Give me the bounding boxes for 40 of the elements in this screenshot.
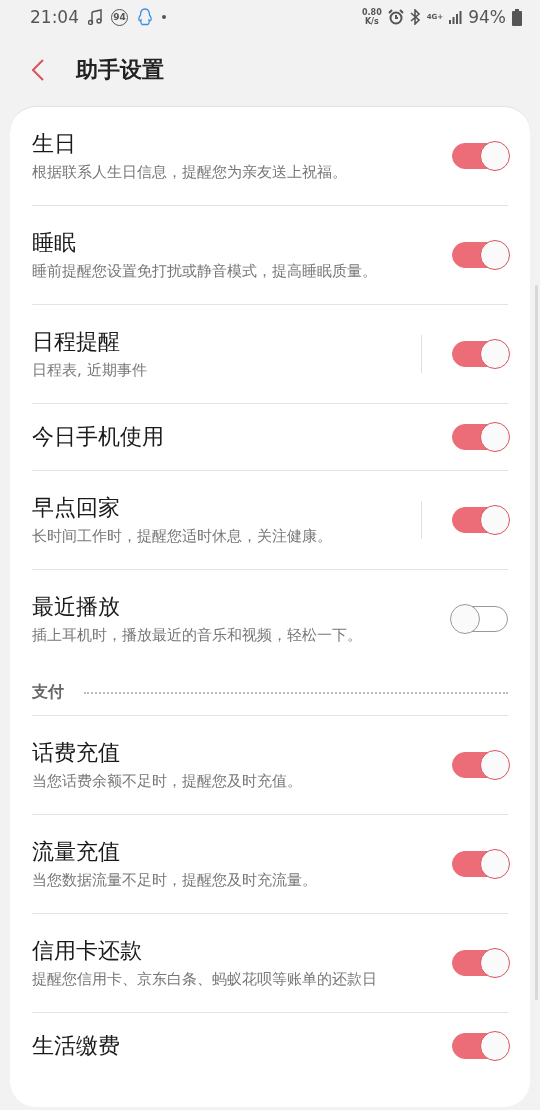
setting-description: 日程表, 近期事件 [32,360,148,381]
setting-title: 生日 [32,130,77,158]
music-note-icon [88,9,102,25]
battery-percent: 94% [468,7,506,27]
toggle-switch[interactable] [452,752,508,778]
setting-title: 早点回家 [32,494,121,522]
dot-icon [162,15,166,19]
setting-title: 睡眠 [32,229,77,257]
toggle-switch[interactable] [452,143,508,169]
setting-description: 插上耳机时，播放最近的音乐和视频，轻松一下。 [32,625,363,646]
bluetooth-icon [409,9,421,25]
signal-icon [449,10,463,24]
setting-description: 提醒您信用卡、京东白条、蚂蚁花呗等账单的还款日 [32,969,378,990]
alarm-icon [387,9,404,25]
setting-description: 长时间工作时，提醒您适时休息，关注健康。 [32,526,333,547]
setting-description: 根据联系人生日信息，提醒您为亲友送上祝福。 [32,162,348,183]
setting-title: 今日手机使用 [32,423,165,451]
setting-description: 当您数据流量不足时，提醒您及时充流量。 [32,870,318,891]
toggle-switch[interactable] [452,424,508,450]
setting-description: 当您话费余额不足时，提醒您及时充值。 [32,771,303,792]
clock: 21:04 [30,7,79,27]
setting-title: 流量充值 [32,838,121,866]
toggle-switch[interactable] [452,1033,508,1059]
setting-title: 最近播放 [32,593,121,621]
toggle-switch[interactable] [452,507,508,533]
setting-description: 睡前提醒您设置免打扰或静音模式，提高睡眠质量。 [32,261,378,282]
setting-title: 日程提醒 [32,328,121,356]
page-title: 助手设置 [76,56,164,84]
network-speed: 0.80 K/s [361,8,382,26]
setting-title: 话费充值 [32,739,121,767]
section-header: 支付 [32,682,64,703]
toggle-switch[interactable] [452,950,508,976]
setting-title: 信用卡还款 [32,937,143,965]
setting-title: 生活缴费 [32,1032,121,1060]
battery-icon [512,8,522,26]
toggle-switch[interactable] [452,606,508,632]
toggle-switch[interactable] [452,242,508,268]
toggle-switch[interactable] [452,851,508,877]
toggle-switch[interactable] [452,341,508,367]
penguin-icon [137,8,153,26]
